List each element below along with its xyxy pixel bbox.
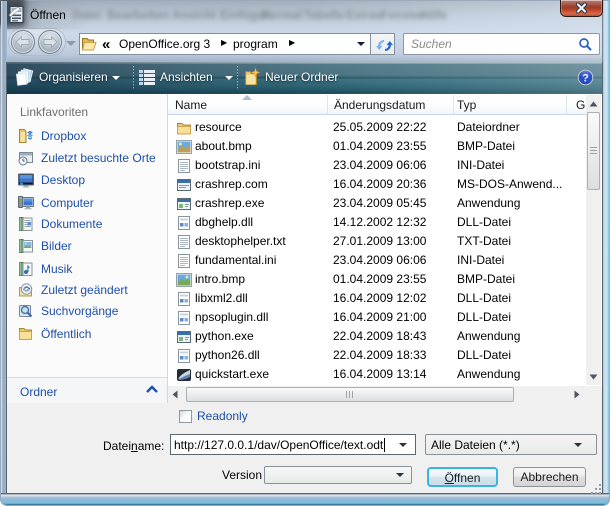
svg-text:?: ? <box>582 73 589 85</box>
